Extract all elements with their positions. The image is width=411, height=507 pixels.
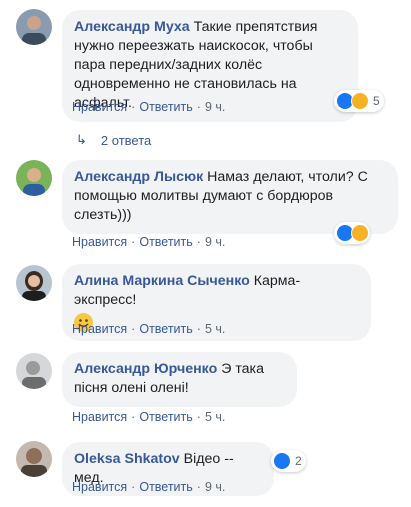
comment-actions: Нравится · Ответить · 9 ч.	[72, 100, 226, 114]
timestamp[interactable]: 9 ч.	[205, 235, 225, 249]
reaction-count: 5	[373, 94, 380, 108]
reaction-summary[interactable]: 2	[271, 450, 306, 472]
like-link[interactable]: Нравится	[72, 410, 127, 424]
haha-icon	[351, 224, 369, 242]
avatar[interactable]	[16, 9, 52, 45]
reaction-count: 2	[295, 454, 302, 468]
reaction-summary[interactable]: 5	[334, 90, 384, 112]
avatar[interactable]	[16, 441, 52, 477]
timestamp[interactable]: 9 ч.	[205, 480, 225, 494]
reaction-summary[interactable]	[334, 222, 370, 244]
comment-author[interactable]: Александр Муха	[74, 19, 190, 35]
reply-link[interactable]: Ответить	[139, 322, 192, 336]
haha-icon	[351, 92, 369, 110]
comment-bubble: Александр Юрченко Э така пісня олені оле…	[62, 352, 297, 407]
comment-actions: Нравится · Ответить · 5 ч.	[72, 322, 226, 336]
timestamp[interactable]: 9 ч.	[205, 100, 225, 114]
like-link[interactable]: Нравится	[72, 322, 127, 336]
reply-arrow-icon: ↳	[76, 132, 87, 147]
avatar[interactable]	[16, 265, 52, 301]
like-link[interactable]: Нравится	[72, 100, 127, 114]
comment-actions: Нравится · Ответить · 9 ч.	[72, 235, 226, 249]
reply-link[interactable]: Ответить	[139, 100, 192, 114]
comment-author[interactable]: Александр Юрченко	[74, 361, 217, 377]
view-replies-link[interactable]: ↳ 2 ответа	[76, 132, 151, 148]
avatar[interactable]	[16, 160, 52, 196]
avatar[interactable]	[16, 353, 52, 389]
comment-author[interactable]: Oleksa Shkatov	[74, 451, 180, 467]
replies-count: 2 ответа	[100, 132, 152, 148]
timestamp[interactable]: 5 ч.	[205, 410, 225, 424]
like-icon	[273, 452, 291, 470]
comment-actions: Нравится · Ответить · 5 ч.	[72, 410, 226, 424]
reply-link[interactable]: Ответить	[139, 235, 192, 249]
comment-author[interactable]: Александр Лысюк	[74, 169, 203, 185]
reply-link[interactable]: Ответить	[139, 480, 192, 494]
like-link[interactable]: Нравится	[72, 480, 127, 494]
reply-link[interactable]: Ответить	[139, 410, 192, 424]
like-link[interactable]: Нравится	[72, 235, 127, 249]
comment-actions: Нравится · Ответить · 9 ч.	[72, 480, 226, 494]
timestamp[interactable]: 5 ч.	[205, 322, 225, 336]
comment-author[interactable]: Алина Маркина Сыченко	[74, 273, 250, 289]
